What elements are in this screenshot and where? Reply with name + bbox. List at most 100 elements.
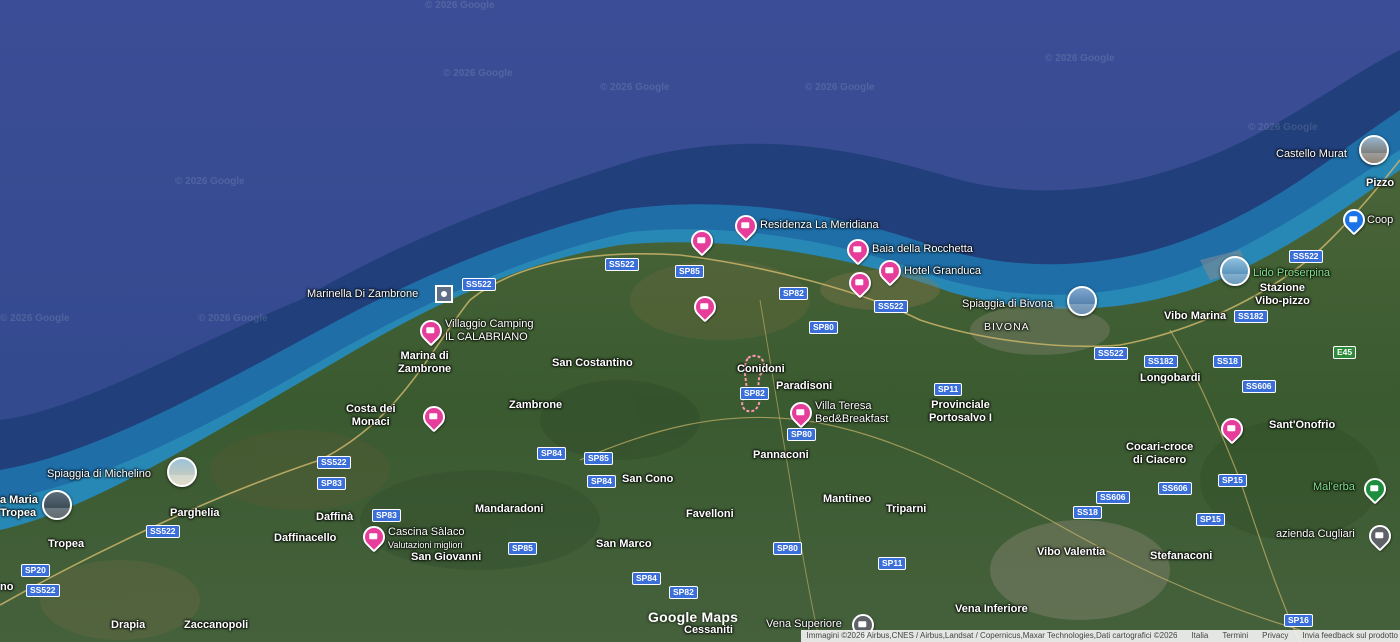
watermark: © 2026 Google xyxy=(0,313,70,324)
poi-label[interactable]: azienda Cugliari xyxy=(1276,528,1355,541)
watermark: © 2026 Google xyxy=(1248,122,1318,133)
place-label: Longobardi xyxy=(1140,372,1201,384)
road-shield: SS182 xyxy=(1234,310,1268,323)
road-shield: SP11 xyxy=(878,557,907,570)
place-label: Marina di Zambrone xyxy=(398,350,452,375)
poi-name: Cascina Sàlaco xyxy=(388,526,465,538)
poi-label[interactable]: Residenza La Meridiana xyxy=(760,219,879,232)
place-label: Drapia xyxy=(111,619,146,631)
road-shield: SS522 xyxy=(146,525,180,538)
road-shield: SP83 xyxy=(372,509,401,522)
place-label: Cocari-croce di Ciacero xyxy=(1126,441,1194,466)
road-shield: E45 xyxy=(1333,346,1357,359)
poi-label[interactable]: Baia della Rocchetta xyxy=(872,243,973,256)
road-shield: SP80 xyxy=(773,542,802,555)
poi-label[interactable]: Lido Proserpina xyxy=(1253,267,1330,280)
place-label: Sant'Onofrio xyxy=(1269,419,1336,431)
place-label: Paradisoni xyxy=(776,380,833,392)
imagery-attribution: Immagini ©2026 Airbus,CNES / Airbus,Land… xyxy=(806,631,1178,640)
poi-label[interactable]: Cascina Sàlaco Valutazioni migliori xyxy=(388,526,464,552)
road-shield: SS522 xyxy=(605,258,639,271)
photo-marker-icon[interactable] xyxy=(1220,256,1250,286)
poi-label[interactable]: Castello Murat xyxy=(1276,148,1347,161)
road-shield: SS606 xyxy=(1096,491,1130,504)
watermark: © 2026 Google xyxy=(443,68,513,79)
road-shield: SS522 xyxy=(1289,250,1323,263)
attribution-bar: Immagini ©2026 Airbus,CNES / Airbus,Land… xyxy=(800,630,1400,642)
road-shield: SS522 xyxy=(317,456,351,469)
photo-marker-icon[interactable] xyxy=(1067,286,1097,316)
place-label: Zaccanopoli xyxy=(184,619,249,631)
poi-label[interactable]: Marinella Di Zambrone xyxy=(307,288,418,301)
photo-marker-icon[interactable] xyxy=(42,490,72,520)
poi-label[interactable]: Spiaggia di Michelino xyxy=(47,468,151,481)
place-label: Conidoni xyxy=(737,363,785,375)
place-label: Vibo Valentia xyxy=(1037,546,1106,558)
place-label: Vibo Marina xyxy=(1164,310,1227,322)
place-label: Tropea xyxy=(48,538,85,550)
privacy-link[interactable]: Privacy xyxy=(1262,630,1288,642)
road-shield: SP11 xyxy=(934,383,963,396)
road-shield: SS522 xyxy=(1094,347,1128,360)
place-label: Provinciale Portosalvo I xyxy=(929,399,992,424)
poi-label[interactable]: Spiaggia di Bivona xyxy=(962,298,1053,311)
road-shield: SP83 xyxy=(317,477,346,490)
place-label: Zambrone xyxy=(509,399,563,411)
road-shield: SS606 xyxy=(1158,482,1192,495)
road-shield: SS522 xyxy=(26,584,60,597)
place-label: Vena Inferiore xyxy=(955,603,1028,615)
place-label: San Marco xyxy=(596,538,652,550)
location-marker-icon[interactable] xyxy=(435,285,453,303)
road-shield: SP84 xyxy=(587,475,616,488)
place-label: Parghelia xyxy=(170,507,220,519)
terms-link[interactable]: Termini xyxy=(1222,630,1248,642)
road-shield: SP16 xyxy=(1284,614,1313,627)
country-link[interactable]: Italia xyxy=(1191,630,1208,642)
road-shield: SP80 xyxy=(787,428,816,441)
satellite-map[interactable]: © 2026 Google © 2026 Google © 2026 Googl… xyxy=(0,0,1400,642)
watermark: © 2026 Google xyxy=(175,176,245,187)
road-shield: SP85 xyxy=(584,452,613,465)
watermark: © 2026 Google xyxy=(425,0,495,11)
place-label: Costa dei Monaci xyxy=(346,403,396,428)
road-shield: SP85 xyxy=(675,265,704,278)
feedback-link[interactable]: Invia feedback sul prodotto xyxy=(1302,630,1398,642)
road-shield: SS18 xyxy=(1073,506,1102,519)
poi-label[interactable]: Coop xyxy=(1367,214,1393,227)
watermark: © 2026 Google xyxy=(198,313,268,324)
road-shield: SP80 xyxy=(809,321,838,334)
road-shield: SP15 xyxy=(1196,513,1225,526)
place-label: Pannaconi xyxy=(753,449,809,461)
watermark: © 2026 Google xyxy=(600,82,670,93)
poi-label[interactable]: Villaggio Camping IL CALABRIANO xyxy=(445,318,533,344)
place-label: Pizzo xyxy=(1366,177,1395,189)
watermark: © 2026 Google xyxy=(1045,53,1115,64)
place-label: a Maria Tropea xyxy=(0,494,38,519)
road-shield: SS18 xyxy=(1213,355,1242,368)
road-shield: SP82 xyxy=(740,387,769,400)
place-label: Favelloni xyxy=(686,508,734,520)
road-shield: SS522 xyxy=(874,300,908,313)
place-label: San Costantino xyxy=(552,357,633,369)
road-shield: SP82 xyxy=(669,586,698,599)
place-label: Triparni xyxy=(886,503,927,515)
poi-label[interactable]: Hotel Granduca xyxy=(904,265,981,278)
watermark: © 2026 Google xyxy=(805,82,875,93)
road-shield: SP85 xyxy=(508,542,537,555)
place-label: Cessaniti xyxy=(684,624,733,636)
google-maps-logo: Google Maps xyxy=(648,609,739,625)
place-label: Daffinà xyxy=(316,511,354,523)
poi-label[interactable]: Mal'erba xyxy=(1313,481,1355,494)
road-shield: SS522 xyxy=(462,278,496,291)
road-shield: SP20 xyxy=(21,564,50,577)
road-shield: SP15 xyxy=(1218,474,1247,487)
photo-marker-icon[interactable] xyxy=(167,457,197,487)
road-shield: SP82 xyxy=(779,287,808,300)
poi-label[interactable]: Villa Teresa Bed&Breakfast xyxy=(815,400,888,426)
photo-marker-icon[interactable] xyxy=(1359,135,1389,165)
place-label: BIVONA xyxy=(984,321,1030,333)
place-label: Stefanaconi xyxy=(1150,550,1213,562)
place-label: Mantineo xyxy=(823,493,872,505)
road-shield: SP84 xyxy=(632,572,661,585)
place-label: Daffinacello xyxy=(274,532,337,544)
